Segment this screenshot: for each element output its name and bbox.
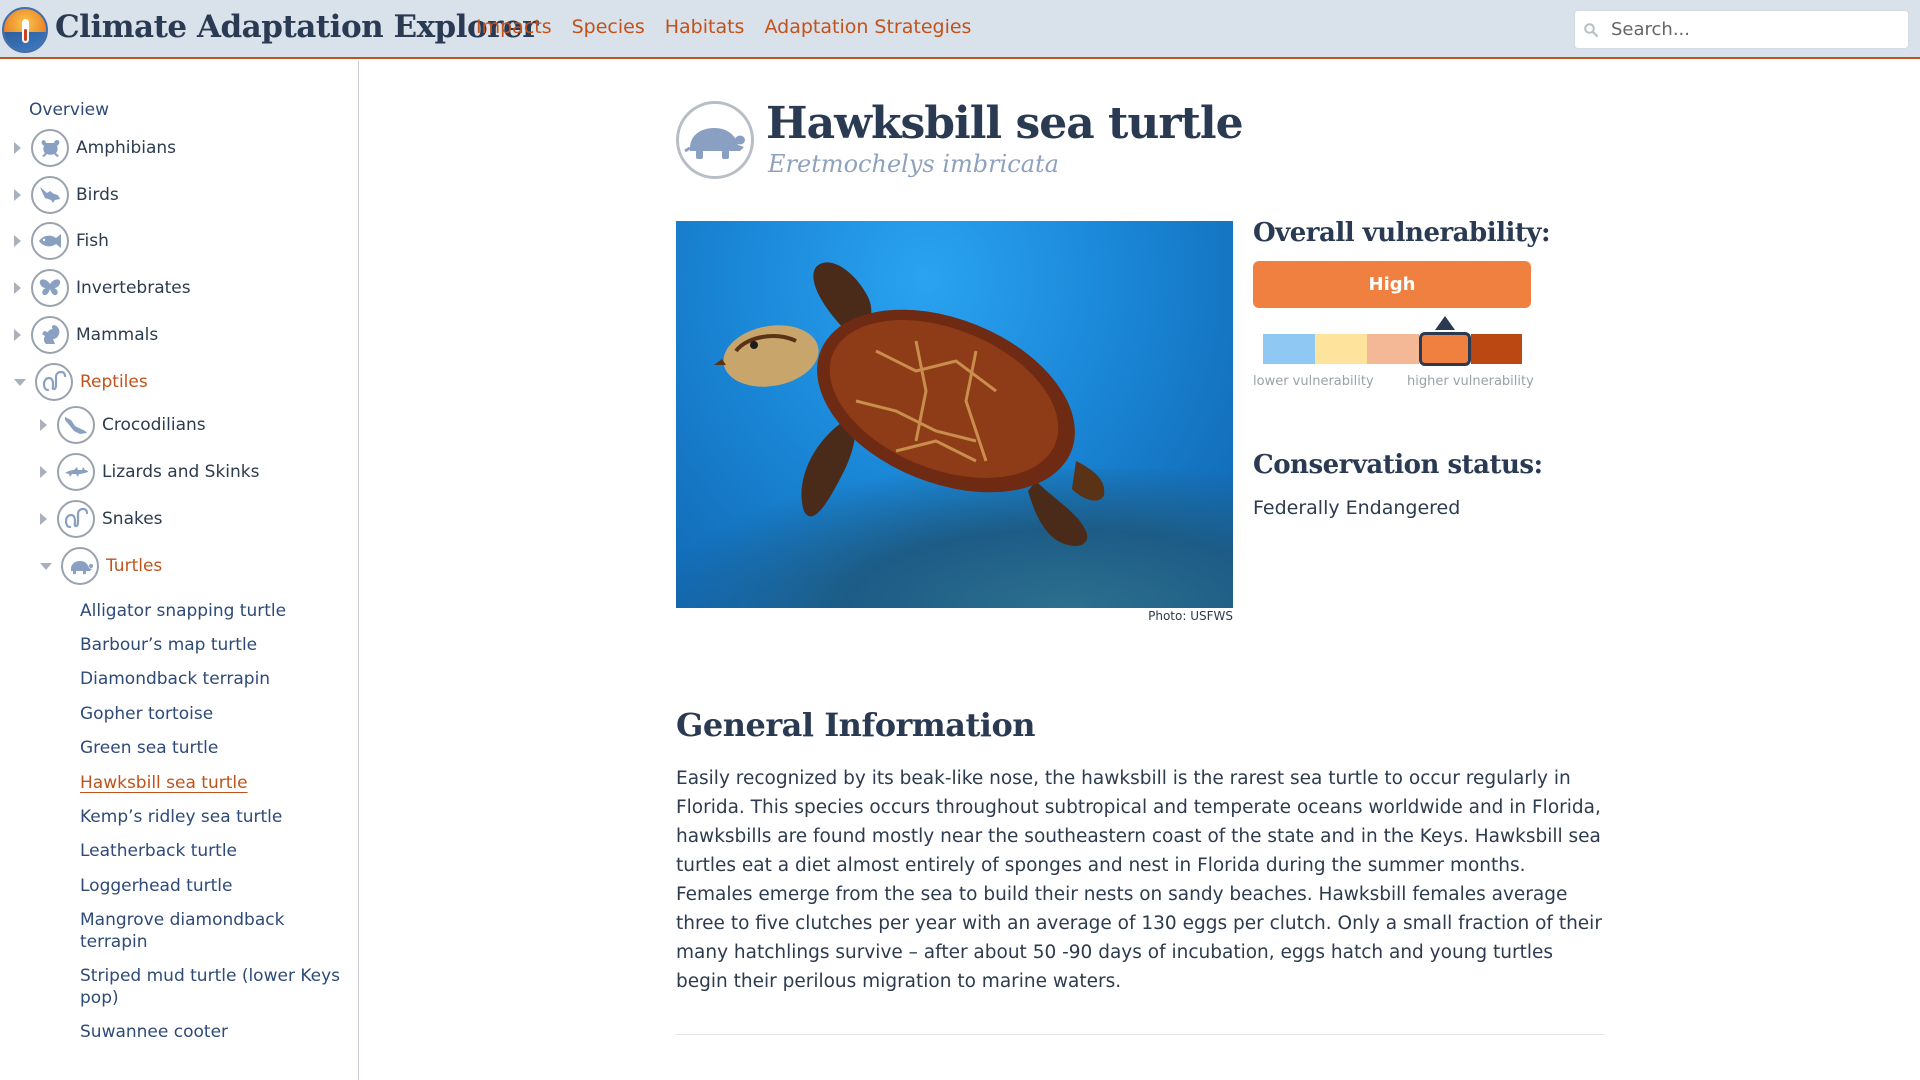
sidebar-item-snakes[interactable]: Snakes [40,500,163,538]
squirrel-icon [31,316,69,354]
sidebar-item-mammals[interactable]: Mammals [14,316,158,354]
species-link[interactable]: Mangrove diamondback terrapin [80,909,290,953]
conservation-status: Federally Endangered [1253,497,1461,519]
nav-adaptation-strategies[interactable]: Adaptation Strategies [764,16,971,38]
turtle-icon [676,101,754,179]
sidebar-item-lizards-and-skinks[interactable]: Lizards and Skinks [40,453,260,491]
scale-segment-2 [1315,334,1367,364]
expand-icon[interactable] [14,142,21,154]
sidebar-item-fish[interactable]: Fish [14,222,109,260]
sidebar-item-invertebrates[interactable]: Invertebrates [14,269,191,307]
species-link[interactable]: Suwannee cooter [80,1021,228,1043]
sidebar: Overview Amphibians Birds Fish Invertebr… [0,61,359,1080]
species-link[interactable]: Alligator snapping turtle [80,600,286,622]
sidebar-item-turtles[interactable]: Turtles [40,547,162,585]
scientific-name: Eretmochelys imbricata [768,150,1059,178]
species-link[interactable]: Leatherback turtle [80,840,237,862]
sidebar-item-label: Invertebrates [76,278,191,298]
collapse-icon[interactable] [14,378,26,386]
expand-icon[interactable] [40,419,47,431]
app-title[interactable]: Climate Adaptation Explorer [55,9,539,45]
nav-species[interactable]: Species [572,16,645,38]
expand-icon[interactable] [40,466,47,478]
search-box[interactable] [1574,10,1909,49]
expand-icon[interactable] [14,189,21,201]
lizard-icon [57,453,95,491]
top-bar: Climate Adaptation Explorer Impacts Spec… [0,0,1920,59]
species-link[interactable]: Striped mud turtle (lower Keys pop) [80,965,345,1009]
sidebar-item-birds[interactable]: Birds [14,176,119,214]
snake-icon [57,500,95,538]
search-icon [1584,23,1598,37]
sidebar-item-label: Crocodilians [102,415,206,435]
species-link-current[interactable]: Hawksbill sea turtle [80,772,248,794]
sidebar-item-label: Mammals [76,325,159,345]
page-title: Hawksbill sea turtle [766,98,1244,149]
scale-pointer [1435,316,1455,330]
snake-icon [35,363,73,401]
main-nav: Impacts Species Habitats Adaptation Stra… [476,16,971,38]
scale-lower-label: lower vulnerability [1253,374,1374,389]
scale-segment-3 [1367,334,1419,364]
sidebar-item-label: Amphibians [76,138,177,158]
sidebar-item-label: Snakes [102,509,163,529]
thermometer-sun-icon[interactable] [2,7,48,53]
nav-habitats[interactable]: Habitats [665,16,745,38]
scale-segment-5 [1471,334,1522,364]
nav-impacts[interactable]: Impacts [476,16,552,38]
sidebar-item-amphibians[interactable]: Amphibians [14,129,176,167]
turtle-icon [61,547,99,585]
sidebar-item-label: Reptiles [80,372,148,392]
vulnerability-title: Overall vulnerability: [1253,218,1551,248]
expand-icon[interactable] [14,329,21,341]
species-link[interactable]: Barbour’s map turtle [80,634,257,656]
scale-segment-4 [1419,332,1471,366]
scale-higher-label: higher vulnerability [1407,374,1534,389]
frog-icon [31,129,69,167]
bird-icon [31,176,69,214]
species-link[interactable]: Diamondback terrapin [80,668,270,690]
sidebar-item-label: Lizards and Skinks [102,462,260,482]
sidebar-item-crocodilians[interactable]: Crocodilians [40,406,206,444]
species-link[interactable]: Kemp’s ridley sea turtle [80,806,282,828]
expand-icon[interactable] [14,282,21,294]
sidebar-item-reptiles[interactable]: Reptiles [14,363,148,401]
sidebar-item-label: Fish [76,231,109,251]
species-link[interactable]: Green sea turtle [80,737,218,759]
section-title: General Information [676,706,1036,744]
crocodile-icon [57,406,95,444]
butterfly-icon [31,269,69,307]
divider [676,1034,1604,1035]
vulnerability-scale [1263,316,1522,366]
fish-icon [31,222,69,260]
photo-credit: Photo: USFWS [1148,609,1233,623]
search-input[interactable] [1611,11,1901,48]
species-photo [676,221,1233,608]
species-link[interactable]: Gopher tortoise [80,703,213,725]
vulnerability-badge: High [1253,261,1531,308]
sidebar-item-label: Birds [76,185,119,205]
sidebar-item-label: Turtles [106,556,163,576]
conservation-title: Conservation status: [1253,450,1543,480]
scale-segment-1 [1263,334,1315,364]
species-link[interactable]: Loggerhead turtle [80,875,232,897]
collapse-icon[interactable] [40,562,52,570]
sidebar-item-overview[interactable]: Overview [29,100,109,120]
expand-icon[interactable] [14,235,21,247]
expand-icon[interactable] [40,513,47,525]
general-information-text: Easily recognized by its beak-like nose,… [676,768,1602,992]
